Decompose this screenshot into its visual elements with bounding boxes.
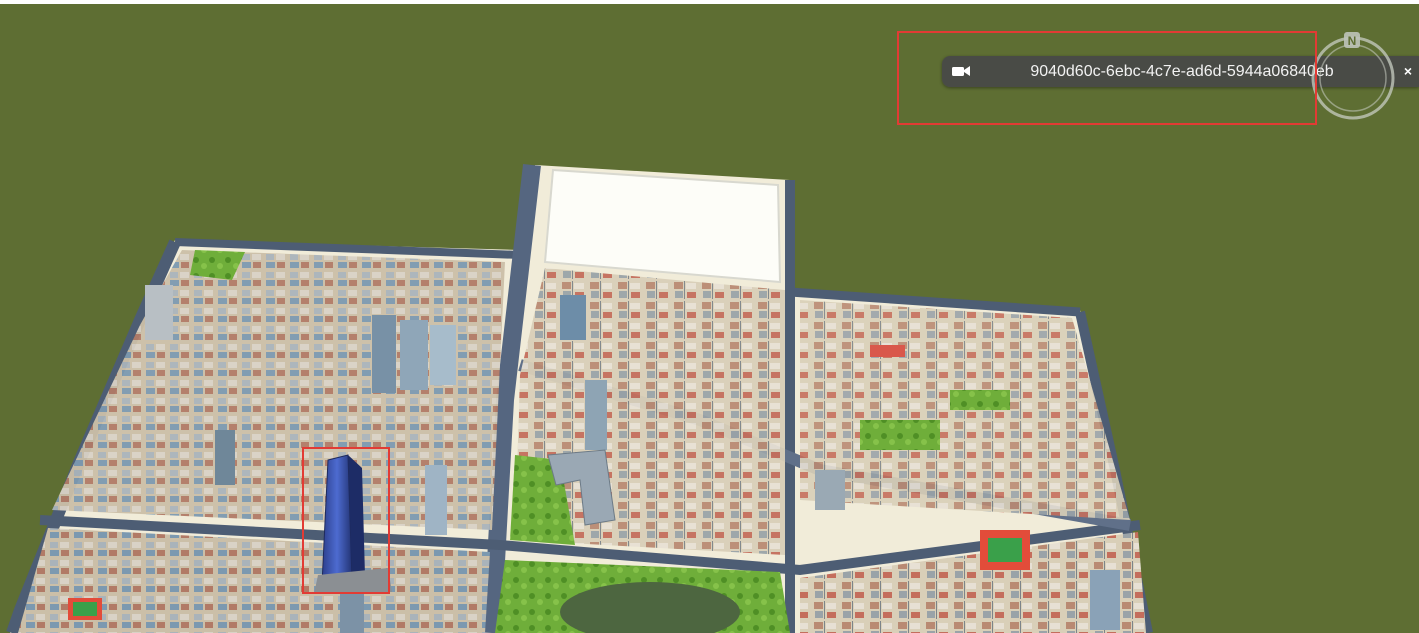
office-building-3 xyxy=(372,315,396,393)
white-plaza xyxy=(543,168,782,284)
compass-icon[interactable]: N xyxy=(1306,30,1396,122)
office-building-7 xyxy=(145,285,173,340)
video-camera-icon xyxy=(952,66,970,76)
office-building-9 xyxy=(815,470,845,510)
office-building-4 xyxy=(585,380,607,450)
office-building-10 xyxy=(1090,570,1120,630)
office-building-5 xyxy=(560,295,586,340)
city-3d-viewport[interactable] xyxy=(0,0,1419,633)
park-east-2 xyxy=(950,390,1010,410)
office-building-1 xyxy=(400,320,428,390)
sports-field-2-inner xyxy=(73,602,97,616)
office-building-8 xyxy=(215,430,235,485)
office-building-2 xyxy=(430,325,456,385)
sports-field-3 xyxy=(870,345,905,357)
office-building-11 xyxy=(340,590,364,633)
compass-north-label: N xyxy=(1348,34,1357,48)
sports-field-1-inner xyxy=(988,538,1022,562)
close-camera-button[interactable]: × xyxy=(1401,62,1415,80)
office-building-6 xyxy=(425,465,447,535)
park-east-1 xyxy=(860,420,940,450)
